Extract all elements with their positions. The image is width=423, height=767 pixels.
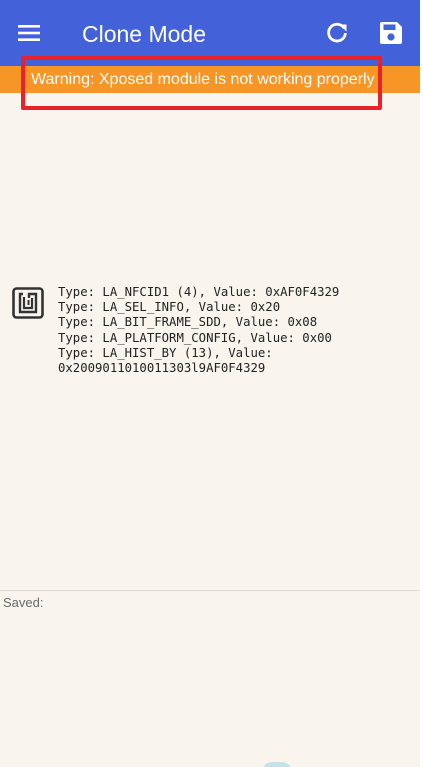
tag-info-line: Type: LA_HIST_BY (13), Value: xyxy=(58,345,273,360)
floppy-save-icon xyxy=(380,22,402,44)
tag-info-line: 0x2009011010011303l9AF0F4329 xyxy=(58,361,266,376)
nfc-tag-icon xyxy=(12,287,44,319)
page-title: Clone Mode xyxy=(82,21,207,47)
refresh-icon xyxy=(327,22,347,43)
save-button[interactable] xyxy=(374,16,408,50)
tag-info-line: Type: LA_PLATFORM_CONFIG, Value: 0x00 xyxy=(58,330,332,345)
tag-info-line: Type: LA_BIT_FRAME_SDD, Value: 0x08 xyxy=(58,315,318,330)
tag-info-line: Type: LA_NFCID1 (4), Value: 0xAF0F4329 xyxy=(58,285,340,299)
section-divider xyxy=(0,590,420,591)
refresh-button[interactable] xyxy=(320,16,354,50)
saved-label: Saved: xyxy=(3,595,44,610)
hamburger-menu-icon xyxy=(18,25,40,41)
tag-info-list: Type: LA_NFCID1 (4), Value: 0xAF0F4329 T… xyxy=(58,285,408,376)
highlight-annotation-box xyxy=(21,56,382,110)
app-screen: Clone Mode Warning: Xposed module is not… xyxy=(0,0,420,767)
floating-action-button-edge[interactable] xyxy=(262,762,292,767)
tag-info-line: Type: LA_SEL_INFO, Value: 0x20 xyxy=(58,300,281,315)
menu-button[interactable] xyxy=(12,17,48,49)
